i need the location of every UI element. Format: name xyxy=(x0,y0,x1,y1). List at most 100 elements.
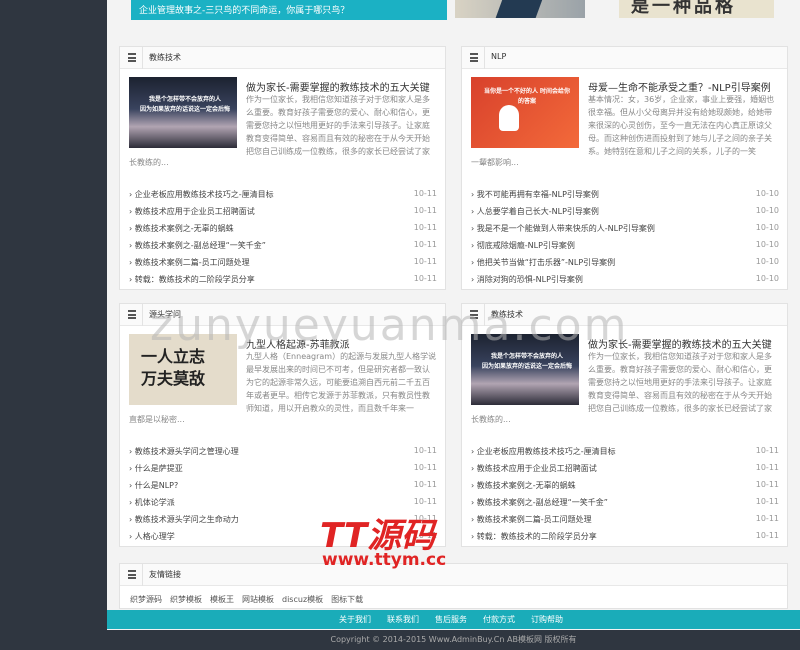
list-item[interactable]: › 教练技术应用于企业员工招聘面试 10-11 xyxy=(129,203,437,220)
list-item-title[interactable]: › 彻底戒除烟瘾-NLP引导案例 xyxy=(471,240,575,251)
list-item-title[interactable]: › 教练技术案例之-副总经理“一笑千金” xyxy=(129,240,266,251)
list-item-title[interactable]: › 转载：教练技术的二阶段学员分享 xyxy=(129,274,255,285)
friend-link[interactable]: 网站模板 xyxy=(242,595,274,604)
featured-title[interactable]: 做为家长-需要掌握的教练技术的五大关键 xyxy=(246,79,430,94)
thumbnail-caption: 当你是一个不好的人 时间会给你的答案 xyxy=(483,88,571,105)
list-item-title[interactable]: › 教练技术案例二篇-员工问题处理 xyxy=(471,514,592,525)
tt-url-overlay: www.ttym.cc xyxy=(322,550,447,570)
featured-desc-more: 长教练的... xyxy=(471,415,511,424)
list-item[interactable]: › 转载：教练技术的二阶段学员分享 10-11 xyxy=(471,528,779,545)
list-item[interactable]: › 教练技术案例二篇-员工问题处理 10-11 xyxy=(471,511,779,528)
list-item-title[interactable]: › 教练技术应用于企业员工招聘面试 xyxy=(129,206,255,217)
list-item[interactable]: › 我不可能再拥有幸福-NLP引导案例 10-10 xyxy=(471,186,779,203)
list-item-title[interactable]: › 消除对狗的恐惧-NLP引导案例 xyxy=(471,274,583,285)
friend-link[interactable]: 织梦源码 xyxy=(130,595,162,604)
list-item[interactable]: › 教练技术案例之-无辜的蜗蛛 10-11 xyxy=(129,220,437,237)
featured-desc-more: 直都是以秘密... xyxy=(129,415,185,424)
panel-title[interactable]: NLP xyxy=(491,52,506,61)
list-item[interactable]: › 教练技术应用于企业员工招聘面试 10-11 xyxy=(471,460,779,477)
list-item[interactable]: › 什么是NLP? 10-11 xyxy=(129,477,437,494)
list-item[interactable]: › 他把关节当做“打击乐器”-NLP引导案例 10-10 xyxy=(471,254,779,271)
friend-links-panel: 友情链接 织梦源码 织梦模板 模板王 网站模板 discuz模板 图标下载 xyxy=(119,563,788,609)
list-item-title[interactable]: › 教练技术案例二篇-员工问题处理 xyxy=(129,257,250,268)
featured-title[interactable]: 母爱—生命不能承受之重？-NLP引导案例 xyxy=(588,79,771,94)
list-item-date: 10-10 xyxy=(755,189,779,198)
list-item[interactable]: › 教练技术案例之-副总经理“一笑千金” 10-11 xyxy=(471,494,779,511)
panel-title[interactable]: 教练技术 xyxy=(149,52,181,63)
list-item-date: 10-10 xyxy=(755,257,779,266)
footer-nav-link[interactable]: 订购帮助 xyxy=(531,615,563,624)
list-item-title[interactable]: › 企业老板应用教练技术技巧之-厘清目标 xyxy=(129,189,274,200)
article-list: › 我不可能再拥有幸福-NLP引导案例 10-10 › 人总要学着自己长大-NLP引… xyxy=(471,186,779,288)
list-item-title[interactable]: › 人格心理学 xyxy=(129,531,175,542)
friend-link[interactable]: discuz模板 xyxy=(282,595,323,604)
featured-desc: 基本情况：女，36岁，企业家，事业上要强，婚姻也很幸福。但从小父母离异并没有给她… xyxy=(588,95,775,156)
list-item[interactable]: › 企业老板应用教练技术技巧之-厘清目标 10-11 xyxy=(129,186,437,203)
top-image-2[interactable]: 是一种品格 xyxy=(619,0,774,18)
featured-desc-more: 一颦都影响... xyxy=(471,158,519,167)
featured-desc-more: 长教练的... xyxy=(129,158,169,167)
list-item-title[interactable]: › 企业老板应用教练技术技巧之-厘清目标 xyxy=(471,446,616,457)
list-icon xyxy=(128,310,136,319)
list-icon xyxy=(128,570,136,579)
list-item[interactable]: › 什么是萨提亚 10-11 xyxy=(129,460,437,477)
list-item[interactable]: › 教练技术案例之-无辜的蜗蛛 10-11 xyxy=(471,477,779,494)
list-item-title[interactable]: › 我是不是一个能做到人带来快乐的人-NLP引导案例 xyxy=(471,223,655,234)
top-banner-link[interactable]: 企业管理故事之-三只鸟的不同命运，你属于哪只鸟？ xyxy=(131,0,447,20)
friend-link[interactable]: 图标下载 xyxy=(331,595,363,604)
list-item-date: 10-11 xyxy=(413,189,437,198)
list-item[interactable]: › 我是不是一个能做到人带来快乐的人-NLP引导案例 10-10 xyxy=(471,220,779,237)
list-item-date: 10-11 xyxy=(413,240,437,249)
list-item[interactable]: › 彻底戒除烟瘾-NLP引导案例 10-10 xyxy=(471,237,779,254)
list-item-title[interactable]: › 教练技术案例之-无辜的蜗蛛 xyxy=(129,223,234,234)
list-item-title[interactable]: › 他把关节当做“打击乐器”-NLP引导案例 xyxy=(471,257,615,268)
footer-nav-link[interactable]: 付款方式 xyxy=(483,615,515,624)
panel-title: 友情链接 xyxy=(149,570,181,579)
friend-link[interactable]: 模板王 xyxy=(210,595,234,604)
list-item-date: 10-11 xyxy=(413,497,437,506)
list-item-title[interactable]: › 什么是NLP? xyxy=(129,480,178,491)
list-item-title[interactable]: › 人总要学着自己长大-NLP引导案例 xyxy=(471,206,599,217)
list-item[interactable]: › 消除对狗的恐惧-NLP引导案例 10-10 xyxy=(471,271,779,288)
panel-header: NLP xyxy=(462,47,787,69)
friend-link[interactable]: 织梦模板 xyxy=(170,595,202,604)
list-item[interactable]: › 人总要学着自己长大-NLP引导案例 10-10 xyxy=(471,203,779,220)
top-image-1[interactable] xyxy=(455,0,585,18)
list-item-date: 10-11 xyxy=(413,206,437,215)
list-item-date: 10-11 xyxy=(413,274,437,283)
footer-nav-link[interactable]: 售后服务 xyxy=(435,615,467,624)
list-item-date: 10-11 xyxy=(755,514,779,523)
list-icon xyxy=(128,53,136,62)
list-item-date: 10-11 xyxy=(413,223,437,232)
list-icon xyxy=(470,53,478,62)
list-item[interactable]: › 转载：教练技术的二阶段学员分享 10-11 xyxy=(129,271,437,288)
list-item-title[interactable]: › 什么是萨提亚 xyxy=(129,463,183,474)
list-item[interactable]: › 教练技术案例之-副总经理“一笑千金” 10-11 xyxy=(129,237,437,254)
list-item-title[interactable]: › 教练技术源头学问之管理心理 xyxy=(129,446,239,457)
list-item-date: 10-11 xyxy=(755,531,779,540)
list-item-date: 10-10 xyxy=(755,206,779,215)
panel-coaching: 教练技术 我是个怎样带不会放弃的人 因为如果放弃的话说这一定会后悔 做为家长-需要… xyxy=(119,46,446,290)
list-item-date: 10-11 xyxy=(755,463,779,472)
list-item-date: 10-11 xyxy=(413,480,437,489)
list-item-date: 10-11 xyxy=(755,446,779,455)
footer-nav-link[interactable]: 联系我们 xyxy=(387,615,419,624)
copyright: Copyright © 2014-2015 Www.AdminBuy.Cn AB… xyxy=(107,630,800,650)
featured-article: 我是个怎样带不会放弃的人 因为如果放弃的话说这一定会后悔 做为家长-需要掌握的教练… xyxy=(129,77,437,187)
list-item-title[interactable]: › 教练技术源头学问之生命动力 xyxy=(129,514,239,525)
list-item-title[interactable]: › 教练技术应用于企业员工招聘面试 xyxy=(471,463,597,474)
list-item[interactable]: › 教练技术源头学问之管理心理 10-11 xyxy=(129,443,437,460)
thumbnail-caption: 我是个怎样带不会放弃的人 因为如果放弃的话说这一定会后悔 xyxy=(481,353,572,370)
list-item-title[interactable]: › 机体论学派 xyxy=(129,497,175,508)
panel-header: 教练技术 xyxy=(120,47,445,69)
list-item-title[interactable]: › 教练技术案例之-无辜的蜗蛛 xyxy=(471,480,576,491)
article-thumbnail[interactable]: 当你是一个不好的人 时间会给你的答案 xyxy=(471,77,579,148)
list-item[interactable]: › 教练技术案例二篇-员工问题处理 10-11 xyxy=(129,254,437,271)
list-item[interactable]: › 企业老板应用教练技术技巧之-厘清目标 10-11 xyxy=(471,443,779,460)
featured-desc: 作为一位家长，我相信您知道孩子对于您和家人是多么重要。教育好孩子需要您的爱心、耐… xyxy=(588,352,772,413)
article-thumbnail[interactable]: 我是个怎样带不会放弃的人 因为如果放弃的话说这一定会后悔 xyxy=(129,77,237,148)
footer-nav-link[interactable]: 关于我们 xyxy=(339,615,371,624)
list-item-title[interactable]: › 教练技术案例之-副总经理“一笑千金” xyxy=(471,497,608,508)
list-item-title[interactable]: › 我不可能再拥有幸福-NLP引导案例 xyxy=(471,189,599,200)
list-item-title[interactable]: › 转载：教练技术的二阶段学员分享 xyxy=(471,531,597,542)
